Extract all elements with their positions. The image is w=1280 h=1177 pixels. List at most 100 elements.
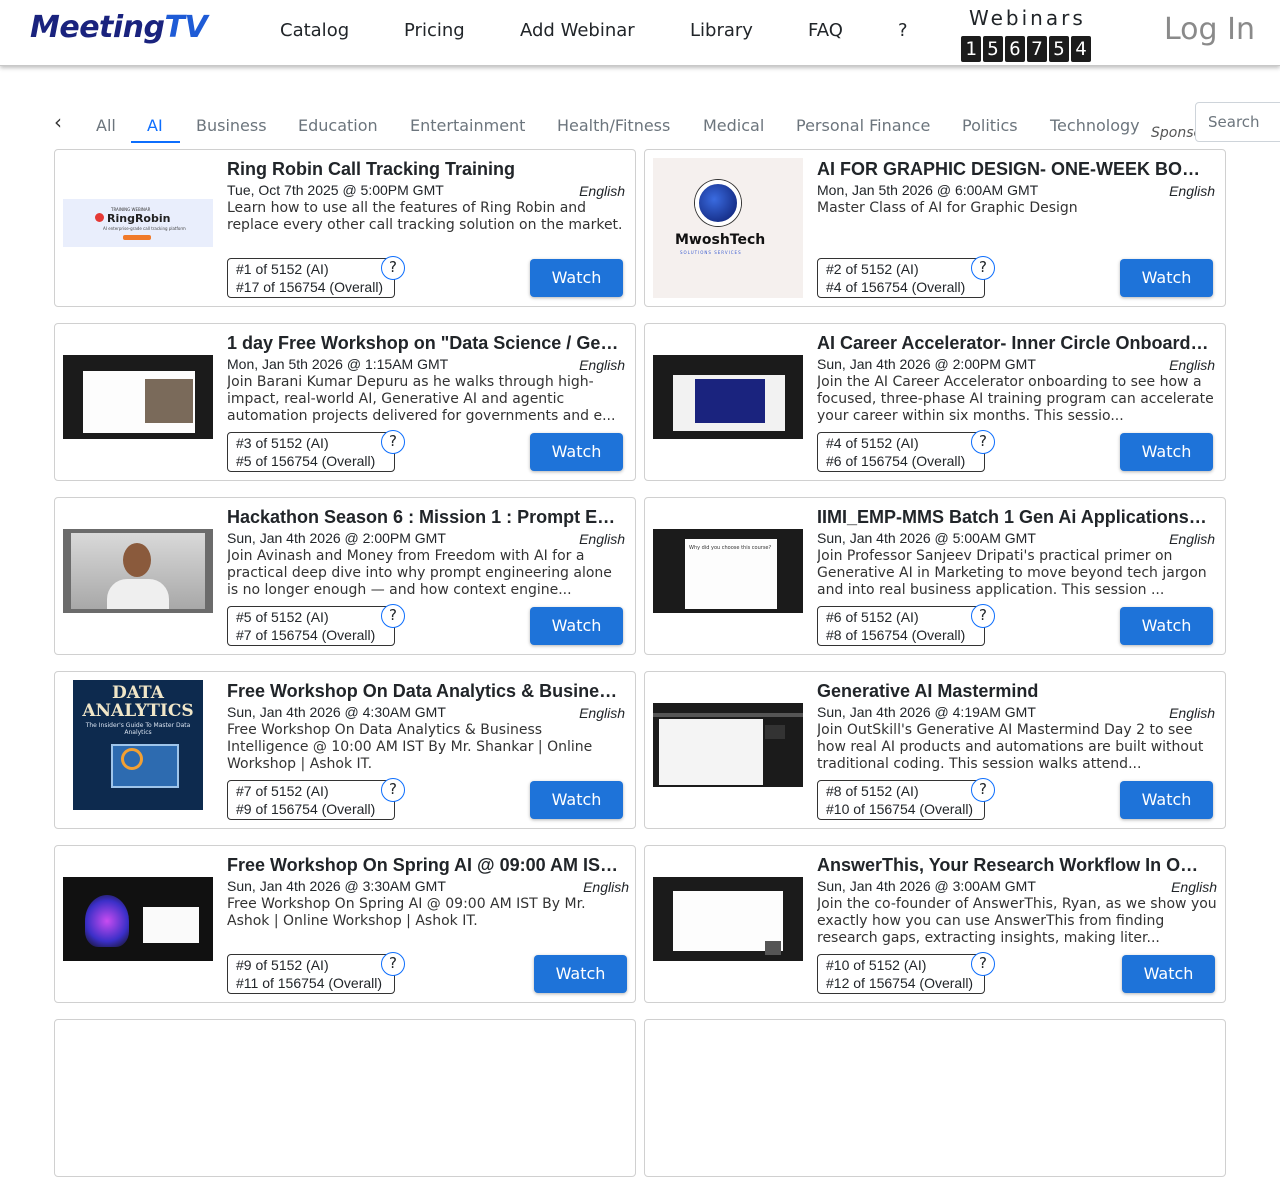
webinar-card[interactable]: AI Career Accelerator- Inner Circle Onbo… [644, 323, 1226, 481]
rank-help-icon[interactable]: ? [381, 256, 405, 280]
nav-help[interactable]: ? [898, 20, 908, 41]
webinar-card[interactable]: TRAINING WEBINAR RingRobin AI enterprise… [54, 149, 636, 307]
webinar-thumbnail[interactable]: DATA ANALYTICS The Insider's Guide To Ma… [73, 680, 203, 810]
rank-category: #2 of 5152 (AI) [826, 261, 919, 277]
tab-personal-finance[interactable]: Personal Finance [796, 116, 930, 135]
webinar-title[interactable]: AI FOR GRAPHIC DESIGN- ONE-WEEK BOOT... [817, 159, 1209, 180]
webinar-description: Master Class of AI for Graphic Design [817, 200, 1078, 216]
tab-ai[interactable]: AI [147, 116, 163, 135]
rank-overall: #12 of 156754 (Overall) [826, 975, 974, 991]
watch-button[interactable]: Watch [1120, 781, 1213, 819]
nav-faq[interactable]: FAQ [808, 20, 843, 41]
webinar-thumbnail[interactable] [653, 703, 803, 787]
webinar-description: Free Workshop On Data Analytics & Busine… [227, 722, 593, 772]
watch-button[interactable]: Watch [530, 607, 623, 645]
webinar-card[interactable]: AnswerThis, Your Research Workflow In On… [644, 845, 1226, 1003]
search-input[interactable]: Search [1195, 102, 1280, 142]
webinar-thumbnail[interactable] [653, 877, 803, 961]
watch-button[interactable]: Watch [530, 259, 623, 297]
webinar-title[interactable]: Hackathon Season 6 : Mission 1 : Prompt … [227, 507, 619, 528]
webinar-thumbnail[interactable]: TRAINING WEBINAR RingRobin AI enterprise… [63, 199, 213, 247]
webinar-thumbnail[interactable] [63, 529, 213, 613]
nav-pricing[interactable]: Pricing [404, 20, 465, 41]
webinar-card[interactable]: 1 day Free Workshop on "Data Science / G… [54, 323, 636, 481]
site-logo[interactable]: MeetingTV [30, 10, 208, 45]
webinar-card[interactable]: DATA ANALYTICS The Insider's Guide To Ma… [54, 671, 636, 829]
rank-overall: #17 of 156754 (Overall) [236, 279, 384, 295]
webinar-description: Free Workshop On Spring AI @ 09:00 AM IS… [227, 896, 586, 929]
webinar-card[interactable]: MwoshTech SOLUTIONS SERVICES AI FOR GRAP… [644, 149, 1226, 307]
rank-overall: #10 of 156754 (Overall) [826, 801, 974, 817]
mwosh-globe-icon [695, 180, 741, 226]
webinar-title[interactable]: AI Career Accelerator- Inner Circle Onbo… [817, 333, 1209, 354]
watch-button[interactable]: Watch [534, 955, 627, 993]
rank-category: #1 of 5152 (AI) [236, 261, 329, 277]
watch-button[interactable]: Watch [1122, 955, 1215, 993]
webinar-card[interactable]: Generative AI Mastermind Sun, Jan 4th 20… [644, 671, 1226, 829]
rank-overall: #7 of 156754 (Overall) [236, 627, 376, 643]
tab-politics[interactable]: Politics [962, 116, 1018, 135]
watch-button[interactable]: Watch [1120, 433, 1213, 471]
rank-help-icon[interactable]: ? [971, 952, 995, 976]
webinar-thumbnail[interactable]: Why did you choose this course? [653, 529, 803, 613]
thumbnail-subtitle: AI enterprise-grade call tracking platfo… [103, 226, 186, 231]
rank-overall: #6 of 156754 (Overall) [826, 453, 966, 469]
webinar-title[interactable]: Free Workshop On Data Analytics & Busine… [227, 681, 619, 702]
rank-help-icon[interactable]: ? [381, 952, 405, 976]
watch-button[interactable]: Watch [1120, 607, 1213, 645]
tab-education[interactable]: Education [298, 116, 378, 135]
rank-box: #3 of 5152 (AI) #5 of 156754 (Overall) [227, 432, 395, 472]
tabs-prev-arrow-icon[interactable]: ‹ [54, 110, 62, 134]
webinar-thumbnail[interactable] [63, 355, 213, 439]
watch-button[interactable]: Watch [1120, 259, 1213, 297]
active-tab-indicator [131, 141, 180, 143]
nav-catalog[interactable]: Catalog [280, 20, 349, 41]
watch-button[interactable]: Watch [530, 781, 623, 819]
webinar-title[interactable]: Free Workshop On Spring AI @ 09:00 AM IS… [227, 855, 619, 876]
counter-digit: 1 [961, 36, 981, 62]
brain-illustration-icon [85, 895, 129, 947]
rank-help-icon[interactable]: ? [381, 604, 405, 628]
webinar-card[interactable]: Free Workshop On Spring AI @ 09:00 AM IS… [54, 845, 636, 1003]
rank-help-icon[interactable]: ? [971, 256, 995, 280]
rank-help-icon[interactable]: ? [381, 430, 405, 454]
presenter-body [107, 579, 169, 609]
webinar-thumbnail[interactable]: MwoshTech SOLUTIONS SERVICES [653, 158, 803, 298]
webinar-title[interactable]: 1 day Free Workshop on "Data Science / G… [227, 333, 619, 354]
webinar-title[interactable]: Ring Robin Call Tracking Training [227, 159, 619, 180]
thumbnail-caption: Why did you choose this course? [689, 545, 772, 551]
tab-all[interactable]: All [96, 116, 116, 135]
rank-help-icon[interactable]: ? [971, 430, 995, 454]
watch-button[interactable]: Watch [530, 433, 623, 471]
rank-help-icon[interactable]: ? [971, 778, 995, 802]
webinar-date: Mon, Jan 5th 2026 @ 1:15AM GMT [227, 356, 449, 372]
webinar-description: Join Avinash and Money from Freedom with… [227, 548, 612, 598]
login-link[interactable]: Log In [1164, 12, 1255, 47]
webinar-language: English [579, 357, 625, 373]
rank-category: #4 of 5152 (AI) [826, 435, 919, 451]
thumbnail-title: DATA ANALYTICS [82, 683, 194, 721]
rank-help-icon[interactable]: ? [971, 604, 995, 628]
nav-add-webinar[interactable]: Add Webinar [520, 20, 635, 41]
tab-health-fitness[interactable]: Health/Fitness [557, 116, 670, 135]
webinar-card[interactable] [644, 1019, 1226, 1177]
webinar-thumbnail[interactable] [63, 877, 213, 961]
tab-medical[interactable]: Medical [703, 116, 764, 135]
thumbnail-subtitle: SOLUTIONS SERVICES [680, 250, 742, 255]
rank-help-icon[interactable]: ? [381, 778, 405, 802]
webinar-card[interactable] [54, 1019, 636, 1177]
counter-digit: 6 [1005, 36, 1025, 62]
webinar-title[interactable]: Generative AI Mastermind [817, 681, 1209, 702]
webinar-thumbnail[interactable] [653, 355, 803, 439]
webinar-title[interactable]: AnswerThis, Your Research Workflow In On… [817, 855, 1209, 876]
webinar-card[interactable]: Hackathon Season 6 : Mission 1 : Prompt … [54, 497, 636, 655]
webinar-language: English [1169, 357, 1215, 373]
nav-library[interactable]: Library [690, 20, 753, 41]
webinar-title[interactable]: IIMI_EMP-MMS Batch 1 Gen Ai Applications… [817, 507, 1209, 528]
webinar-date: Sun, Jan 4th 2026 @ 2:00PM GMT [227, 530, 446, 546]
tab-business[interactable]: Business [196, 116, 267, 135]
webinar-card[interactable]: Why did you choose this course? IIMI_EMP… [644, 497, 1226, 655]
tab-entertainment[interactable]: Entertainment [410, 116, 525, 135]
tab-technology[interactable]: Technology [1050, 116, 1140, 135]
webinar-date: Sun, Jan 4th 2026 @ 2:00PM GMT [817, 356, 1036, 372]
